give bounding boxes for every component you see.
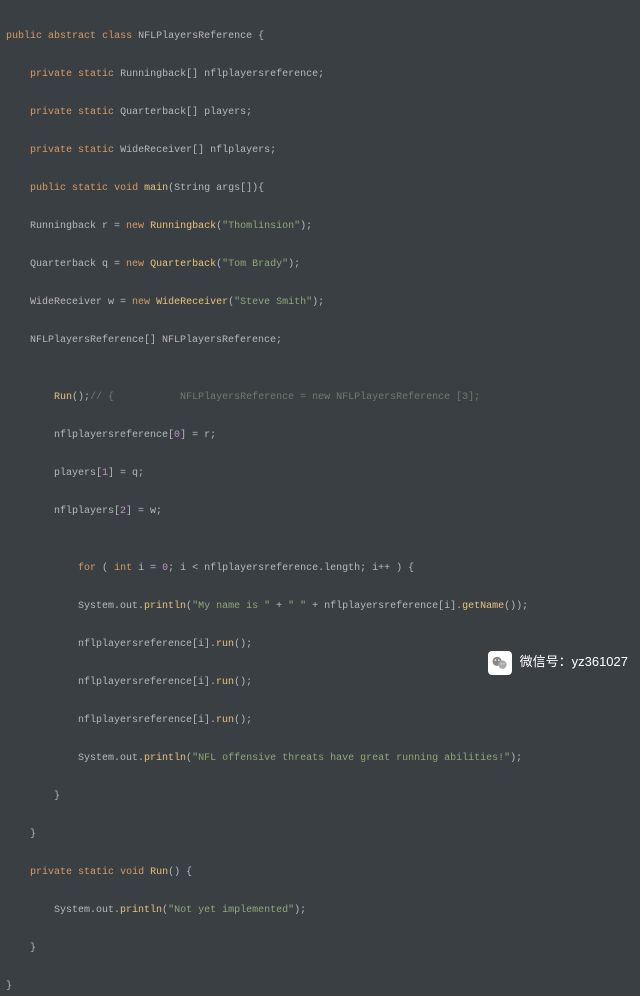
code-line: nflplayersreference[i].run(); [6,639,252,650]
code-line: private static WideReceiver[] nflplayers… [6,145,276,156]
code-line: nflplayersreference[i].run(); [6,715,252,726]
code-line: } [6,943,36,954]
code-line: NFLPlayersReference[] NFLPlayersReferenc… [6,335,282,346]
code-line: for ( int i = 0; i < nflplayersreference… [6,563,414,574]
code-line: Runningback r = new Runningback("Thomlin… [6,221,312,232]
code-line: private static void Run() { [6,867,192,878]
code-line: System.out.println("NFL offensive threat… [6,753,522,764]
code-line: private static Quarterback[] players; [6,107,252,118]
code-line: Run();// { NFLPlayersReference = new NFL… [6,392,480,403]
code-line: } [6,981,12,992]
code-line: players[1] = q; [6,468,144,479]
code-line: nflplayersreference[i].run(); [6,677,252,688]
wechat-badge: 微信号：yz361027 [488,650,628,675]
code-line: } [6,829,36,840]
code-block: public abstract class NFLPlayersReferenc… [6,8,634,996]
code-line: nflplayers[2] = w; [6,506,162,517]
code-line: nflplayersreference[0] = r; [6,430,216,441]
code-line: System.out.println("Not yet implemented"… [6,905,306,916]
code-line: } [6,791,60,802]
code-line: private static Runningback[] nflplayersr… [6,69,324,80]
wechat-icon [488,651,512,675]
code-line: public abstract class NFLPlayersReferenc… [6,31,264,42]
wechat-id: 微信号：yz361027 [520,650,628,675]
code-line: System.out.println("My name is " + " " +… [6,601,528,612]
code-line: Quarterback q = new Quarterback("Tom Bra… [6,259,300,270]
code-line: public static void main(String args[]){ [6,183,264,194]
code-line: WideReceiver w = new WideReceiver("Steve… [6,297,324,308]
